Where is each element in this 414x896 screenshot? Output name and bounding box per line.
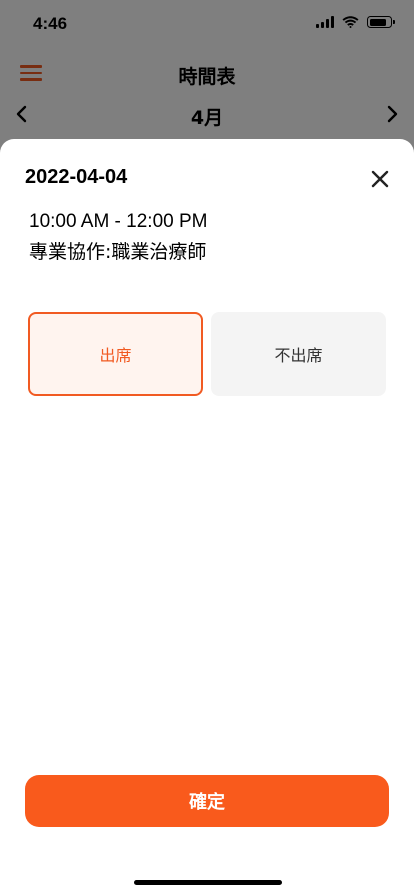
attend-option-button[interactable]: 出席: [28, 312, 203, 396]
close-button[interactable]: [366, 165, 394, 193]
session-date: 2022-04-04: [25, 166, 128, 188]
absent-option-button[interactable]: 不出席: [211, 312, 386, 396]
session-time-range: 10:00 AM - 12:00 PM: [29, 211, 208, 232]
confirm-button[interactable]: 確定: [25, 775, 389, 827]
app-screen: 4:46 時間表: [0, 0, 414, 896]
session-name: 專業協作:職業治療師: [29, 241, 207, 263]
close-icon: [371, 170, 389, 188]
home-indicator: [134, 880, 282, 885]
attendance-bottom-sheet: 2022-04-04 10:00 AM - 12:00 PM 專業協作:職業治療…: [0, 139, 414, 896]
